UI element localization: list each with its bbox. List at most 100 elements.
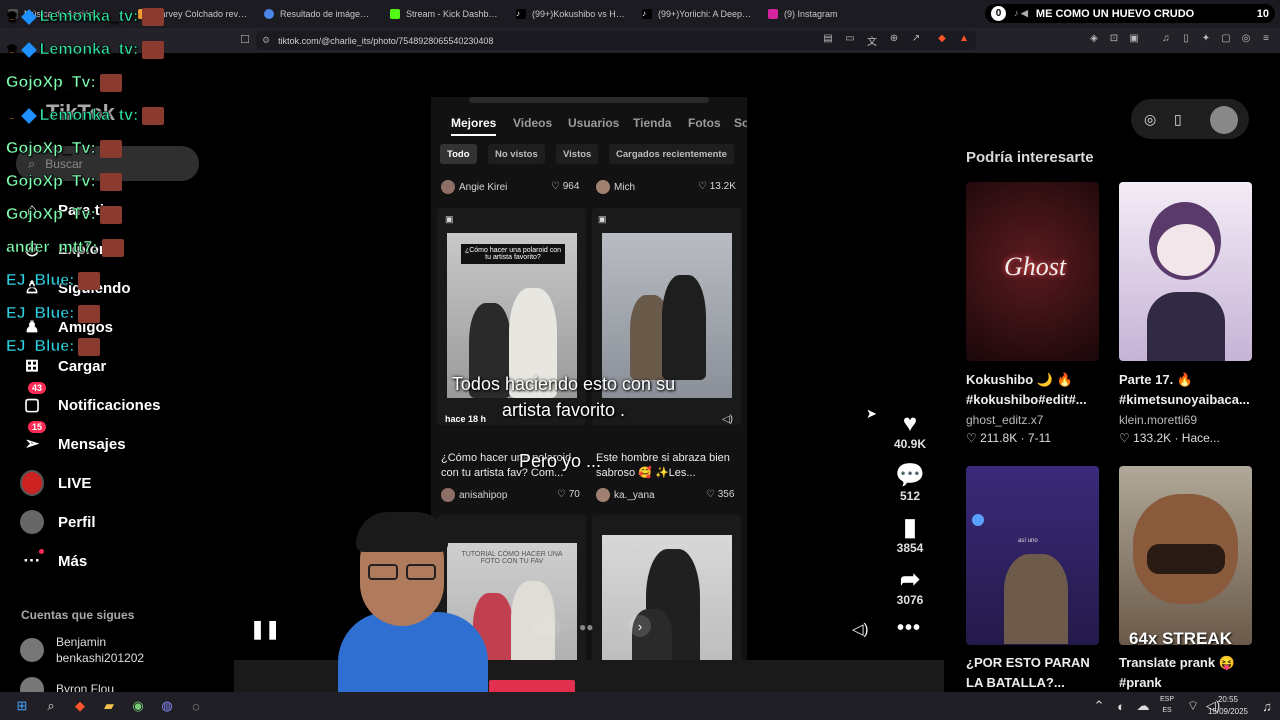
filter-vistos[interactable]: Vistos [556, 144, 599, 164]
recommendation-title[interactable]: #kimetsunoyaibaca... [1119, 390, 1259, 409]
recommendation-title[interactable]: #prank [1119, 673, 1259, 692]
vpn-icon[interactable]: ◎ [1240, 33, 1252, 45]
more-options-icon[interactable]: ••• [897, 617, 921, 640]
tab-fotos[interactable]: Fotos [688, 116, 721, 130]
notification-bell-icon[interactable]: ♫ [1258, 697, 1276, 715]
app-tray-icon[interactable]: ☁ [1134, 697, 1152, 715]
recommendation-thumbnail[interactable]: así uno [966, 466, 1099, 645]
music-icon[interactable]: ♫ [1160, 33, 1172, 45]
bookmark-icon[interactable]: ☐ [240, 33, 250, 46]
browser-tab[interactable]: (9) Instagram [760, 0, 886, 28]
folder-icon[interactable]: ▰ [100, 697, 118, 715]
tab-mejores[interactable]: Mejores [451, 116, 497, 136]
browser-tab[interactable]: ♪ (99+)Kokushibo vs Hashira [508, 0, 634, 28]
crown-badge-icon: ♛ [6, 42, 18, 58]
share-icon[interactable]: ↗ [910, 33, 922, 45]
sidebar-icon[interactable]: ▯ [1180, 33, 1192, 45]
wallet-icon[interactable]: ▢ [1220, 33, 1232, 45]
extensions-icon[interactable]: ✦ [1200, 33, 1212, 45]
recommendations-title: Podría interesarte [966, 149, 1094, 166]
chat-username: ander_mtt7: [6, 239, 98, 257]
language-indicator[interactable]: ESP ES [1160, 694, 1174, 716]
tiktok-coin-icon[interactable]: ◎ [1144, 111, 1156, 128]
result-author[interactable]: Angie Kirei [441, 180, 507, 194]
reader-icon[interactable]: ▤ [822, 33, 834, 45]
share-icon: ➦ [899, 566, 921, 593]
app-icon[interactable]: ◉ [129, 697, 147, 715]
carousel-prev[interactable] [531, 617, 561, 637]
mobile-icon[interactable]: ▯ [1174, 111, 1182, 128]
tab-more[interactable]: So [734, 116, 747, 130]
subtitle-line: Todos haciendo esto con su [451, 374, 676, 394]
share-button[interactable]: ➦ 3076 [889, 566, 931, 608]
filter-no-vistos[interactable]: No vistos [488, 144, 545, 164]
app-tray-icon[interactable]: ◐ [1112, 697, 1130, 715]
result-author[interactable]: ka._yana [596, 488, 655, 502]
recommendation-thumbnail[interactable]: 64x STREAK [1119, 466, 1252, 645]
recommendation-thumbnail[interactable]: Ghost [966, 182, 1099, 361]
system-clock[interactable]: 20:55 15/09/2025 [1208, 694, 1248, 718]
windows-start-icon[interactable]: ⊞ [13, 697, 31, 715]
recommendation-title[interactable]: Parte 17. 🔥 [1119, 370, 1259, 389]
like-button[interactable]: ♥ 40.9K [889, 411, 931, 452]
avatar[interactable] [1210, 106, 1238, 134]
discord-icon[interactable]: ◍ [158, 697, 176, 715]
chevron-right-icon[interactable]: › [629, 615, 651, 637]
recommendation-user[interactable]: ghost_editz.x7 [966, 413, 1043, 427]
filter-todo[interactable]: Todo [440, 144, 477, 164]
sidebar-item-notificaciones[interactable]: ▢ 43 Notificaciones [20, 382, 161, 417]
cube-badge-icon [20, 9, 37, 25]
result-card[interactable] [592, 515, 741, 660]
result-author[interactable]: anisahipop [441, 488, 507, 502]
rewards-icon[interactable]: ▲ [958, 33, 970, 45]
site-info-icon[interactable]: ⚙ [262, 35, 270, 46]
glasses-icon [406, 564, 436, 580]
extension-icon[interactable]: ◈ [1088, 33, 1100, 45]
volume-icon[interactable]: ◁) [852, 620, 869, 638]
sidebar-item-mas[interactable]: ··· Más [20, 549, 87, 573]
recommendation-thumbnail[interactable] [1119, 182, 1252, 361]
cast-icon[interactable]: ▭ [844, 33, 856, 45]
wifi-icon[interactable]: ⌔ [1184, 697, 1202, 715]
save-button[interactable]: ▮ 3854 [889, 515, 931, 556]
result-author[interactable]: Mich [596, 180, 635, 194]
extension-icon[interactable]: ⊡ [1108, 33, 1120, 45]
chat-message: GojoXp_Tv: [6, 173, 122, 191]
volume-icon[interactable]: ◁) [722, 414, 733, 425]
recommendation-title[interactable]: Kokushibo 🌙 🔥 [966, 370, 1106, 389]
recommendation-title[interactable]: LA BATALLA?... [966, 673, 1106, 692]
brave-icon[interactable]: ◆ [71, 697, 89, 715]
tab-usuarios[interactable]: Usuarios [568, 116, 619, 130]
comment-button[interactable]: 💬 512 [889, 463, 931, 504]
browser-tab[interactable]: Resultado de imágenes de [256, 0, 382, 28]
sidebar-item-cargar[interactable]: ⊞ Cargar [20, 354, 106, 378]
tab-videos[interactable]: Videos [513, 116, 552, 130]
browser-tab[interactable]: Stream - Kick Dashboard [382, 0, 508, 28]
tab-tienda[interactable]: Tienda [633, 116, 671, 130]
sidebar-item-label: LIVE [58, 474, 92, 492]
brave-shield-icon[interactable]: ◆ [936, 33, 948, 45]
sidebar-item-mensajes[interactable]: ➢ 15 Mensajes [20, 421, 126, 456]
pause-icon[interactable]: ❚❚ [250, 619, 280, 640]
filter-recientes[interactable]: Cargados recientemente [609, 144, 734, 164]
recommendation-user[interactable]: klein.moretti69 [1119, 413, 1197, 427]
menu-icon[interactable]: ≡ [1260, 33, 1272, 45]
sidebar-item-perfil[interactable]: Perfil [20, 510, 96, 534]
glasses-icon [368, 564, 398, 580]
browser-tab[interactable]: ♪ (99+)Yoriichi: A Deep Dive [634, 0, 760, 28]
bottom-red-button[interactable] [489, 680, 575, 692]
author-name: Mich [614, 181, 636, 193]
obs-icon[interactable]: ◌ [187, 697, 205, 715]
sidebar-item-live[interactable]: LIVE [20, 470, 92, 496]
recommendation-title[interactable]: ¿POR ESTO PARAN [966, 653, 1106, 672]
zoom-icon[interactable]: ⊕ [888, 33, 900, 45]
translate-icon[interactable]: 文 [866, 33, 878, 48]
following-account[interactable]: Benjamin benkashi201202 [20, 634, 144, 666]
profile-icon [20, 510, 44, 534]
extension-icon[interactable]: ▣ [1128, 33, 1140, 45]
chevron-up-icon[interactable]: ⌃ [1090, 697, 1108, 715]
recommendation-title[interactable]: Translate prank 😝 [1119, 653, 1259, 672]
thumbnail-text: Ghost [1004, 252, 1067, 281]
search-icon[interactable]: ⌕ [42, 697, 60, 715]
recommendation-title[interactable]: #kokushibo#edit#... [966, 390, 1106, 409]
